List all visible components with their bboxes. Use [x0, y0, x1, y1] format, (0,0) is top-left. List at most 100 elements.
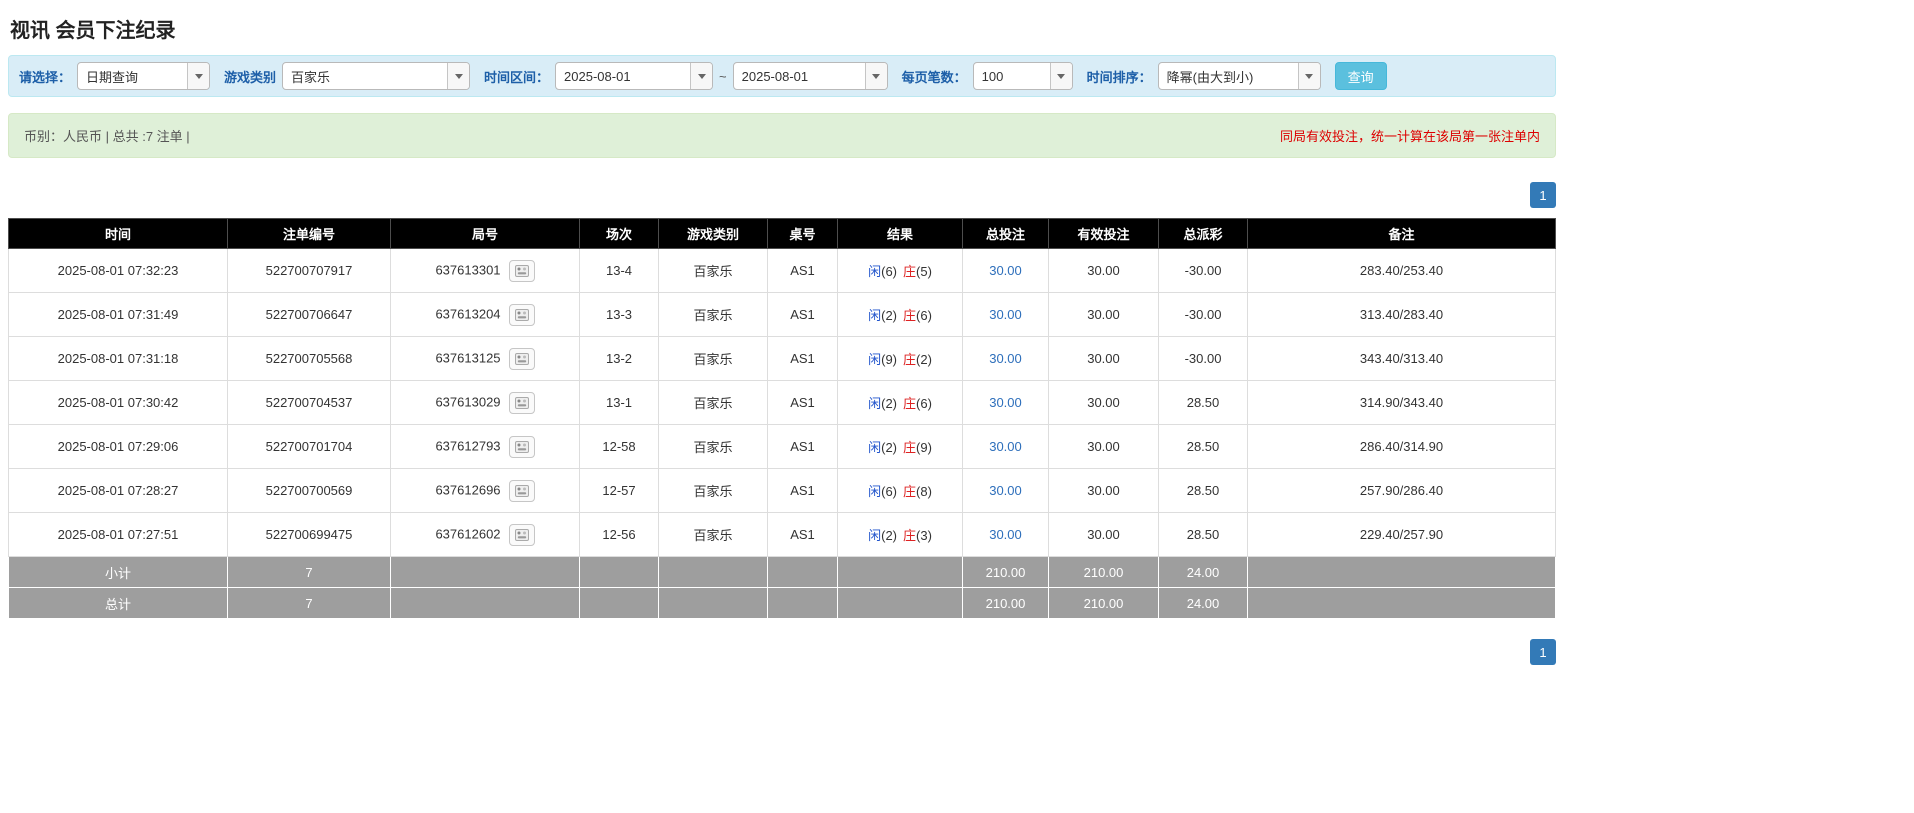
total-bet-link[interactable]: 30.00: [989, 439, 1022, 454]
cell-total-bet: 30.00: [962, 424, 1049, 469]
cell-session: 13-1: [579, 380, 659, 425]
cell-time: 2025-08-01 07:31:49: [8, 292, 228, 337]
empty-cell: [837, 556, 963, 588]
page-container: 视讯 会员下注纪录 请选择： 日期查询 游戏类别 百家乐 时间区间： 2025-…: [8, 0, 1556, 685]
subtotal-label: 小计: [8, 556, 228, 588]
result-banker-label: 庄: [903, 440, 917, 455]
empty-cell: [658, 587, 768, 619]
filter-group-time-range: 时间区间： 2025-08-01 ~ 2025-08-01: [484, 62, 888, 90]
total-bet-link[interactable]: 30.00: [989, 395, 1022, 410]
result-banker-label: 庄: [903, 308, 917, 323]
result-player-label: 闲: [868, 308, 882, 323]
cell-session: 13-2: [579, 336, 659, 381]
cell-total-bet: 30.00: [962, 248, 1049, 293]
cell-total-bet: 30.00: [962, 336, 1049, 381]
total-bet-link[interactable]: 30.00: [989, 263, 1022, 278]
chevron-down-icon[interactable]: [864, 63, 887, 89]
cell-remark: 229.40/257.90: [1247, 512, 1556, 557]
total-row: 总计 7 210.00 210.00 24.00: [8, 587, 1556, 619]
cell-payout: 28.50: [1158, 380, 1248, 425]
roadmap-icon[interactable]: [508, 523, 535, 546]
empty-cell: [1247, 556, 1556, 588]
result-player-score: (2): [881, 440, 897, 455]
bet-records-table: 时间 注单编号 局号 场次 游戏类别 桌号 结果 总投注 有效投注 总派彩 备注…: [8, 218, 1556, 619]
result-player-score: (6): [881, 484, 897, 499]
page-size-select[interactable]: 100: [972, 62, 1073, 90]
chevron-down-icon[interactable]: [187, 63, 210, 89]
cell-bet-id: 522700706647: [227, 292, 391, 337]
total-bet-link[interactable]: 30.00: [989, 483, 1022, 498]
cell-valid-bet: 30.00: [1048, 424, 1159, 469]
roadmap-icon[interactable]: [508, 435, 535, 458]
cell-game-type: 百家乐: [658, 336, 768, 381]
chevron-down-icon[interactable]: [690, 63, 713, 89]
sort-label: 时间排序：: [1086, 69, 1152, 85]
cell-result: 闲(6) 庄(5): [837, 248, 963, 293]
total-bet-link[interactable]: 30.00: [989, 527, 1022, 542]
sort-select[interactable]: 降幂(由大到小): [1157, 62, 1321, 90]
empty-cell: [390, 587, 580, 619]
cell-valid-bet: 30.00: [1048, 336, 1159, 381]
cell-game-type: 百家乐: [658, 468, 768, 513]
filter-group-page-size: 每页笔数： 100: [902, 62, 1073, 90]
tilde-separator: ~: [719, 68, 727, 84]
filter-group-sort: 时间排序： 降幂(由大到小): [1087, 62, 1321, 90]
header-valid-bet: 有效投注: [1048, 218, 1159, 249]
header-payout: 总派彩: [1158, 218, 1248, 249]
result-player-label: 闲: [868, 484, 882, 499]
empty-cell: [579, 556, 659, 588]
roadmap-icon[interactable]: [508, 479, 535, 502]
cell-round-id: 637612793: [390, 424, 580, 469]
cell-round-id: 637613125: [390, 336, 580, 381]
roadmap-icon[interactable]: [508, 303, 535, 326]
pagination-page-button[interactable]: 1: [1530, 182, 1556, 208]
summary-text: 币别：人民币 | 总共 :7 注单 |: [24, 129, 190, 144]
result-banker-score: (9): [916, 440, 932, 455]
result-banker-score: (8): [916, 484, 932, 499]
cell-valid-bet: 30.00: [1048, 512, 1159, 557]
pagination-page-button[interactable]: 1: [1530, 639, 1556, 665]
roadmap-icon[interactable]: [508, 259, 535, 282]
chevron-down-icon[interactable]: [1297, 63, 1320, 89]
round-id-text: 637613204: [435, 305, 501, 321]
cell-time: 2025-08-01 07:30:42: [8, 380, 228, 425]
cell-remark: 314.90/343.40: [1247, 380, 1556, 425]
header-time: 时间: [8, 218, 228, 249]
table-row: 2025-08-01 07:27:51 522700699475 6376126…: [8, 512, 1556, 557]
cell-game-type: 百家乐: [658, 248, 768, 293]
cell-payout: -30.00: [1158, 292, 1248, 337]
cell-result: 闲(2) 庄(9): [837, 424, 963, 469]
total-count: 7: [227, 587, 391, 619]
cell-round-id: 637612602: [390, 512, 580, 557]
total-payout: 24.00: [1158, 587, 1248, 619]
search-button[interactable]: 查询: [1334, 62, 1387, 90]
cell-remark: 286.40/314.90: [1247, 424, 1556, 469]
sort-value: 降幂(由大到小): [1166, 69, 1254, 85]
query-type-select[interactable]: 日期查询: [77, 62, 211, 90]
total-bet-link[interactable]: 30.00: [989, 307, 1022, 322]
chevron-down-icon[interactable]: [447, 63, 470, 89]
date-from-select[interactable]: 2025-08-01: [555, 62, 714, 90]
header-bet-id: 注单编号: [227, 218, 391, 249]
cell-time: 2025-08-01 07:32:23: [8, 248, 228, 293]
result-player-label: 闲: [868, 440, 882, 455]
empty-cell: [579, 587, 659, 619]
total-bet-link[interactable]: 30.00: [989, 351, 1022, 366]
header-game-type: 游戏类别: [658, 218, 768, 249]
pagination-bottom: 1: [8, 639, 1556, 685]
result-banker-score: (3): [916, 528, 932, 543]
round-id-text: 637612696: [435, 481, 501, 497]
game-type-select[interactable]: 百家乐: [282, 62, 471, 90]
table-body: 2025-08-01 07:32:23 522700707917 6376133…: [8, 248, 1556, 557]
cell-table-no: AS1: [767, 292, 838, 337]
roadmap-icon[interactable]: [508, 347, 535, 370]
result-player-score: (9): [881, 352, 897, 367]
empty-cell: [767, 556, 838, 588]
date-to-select[interactable]: 2025-08-01: [732, 62, 888, 90]
result-banker-label: 庄: [903, 352, 917, 367]
result-banker-score: (6): [916, 308, 932, 323]
cell-result: 闲(2) 庄(3): [837, 512, 963, 557]
roadmap-icon[interactable]: [508, 391, 535, 414]
table-header-row: 时间 注单编号 局号 场次 游戏类别 桌号 结果 总投注 有效投注 总派彩 备注: [8, 218, 1556, 249]
chevron-down-icon[interactable]: [1049, 63, 1072, 89]
